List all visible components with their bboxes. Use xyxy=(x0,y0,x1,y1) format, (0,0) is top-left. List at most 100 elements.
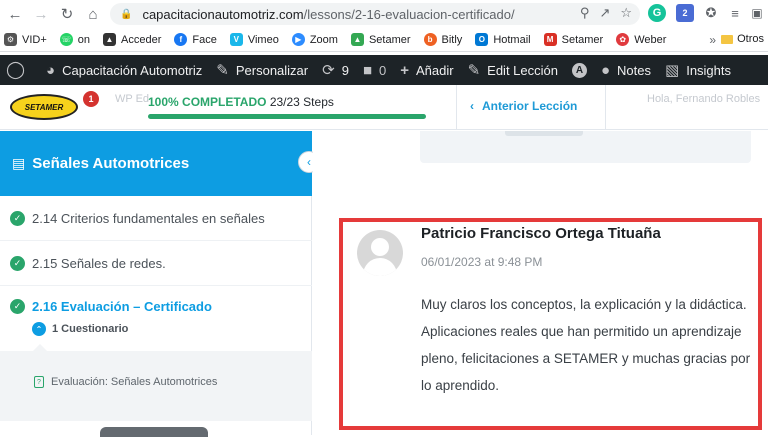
chevron-left-icon: ‹ xyxy=(470,99,474,113)
comment-author[interactable]: Patricio Francisco Ortega Tituaña xyxy=(421,225,661,242)
ghost-greeting: Hola, Fernando Robles xyxy=(647,93,761,105)
wp-notes[interactable]: ● Notes xyxy=(601,62,651,79)
wp-edit-lesson[interactable]: ✎ Edit Lección xyxy=(468,61,558,79)
extensions-puzzle-icon[interactable]: ✪ xyxy=(702,4,720,22)
comment-date[interactable]: 06/01/2023 at 9:48 PM xyxy=(421,255,542,269)
main-content: Patricio Francisco Ortega Tituaña 06/01/… xyxy=(313,131,768,435)
bookmark-weber[interactable]: ✿ Weber xyxy=(616,33,666,46)
lock-icon: 🔒 xyxy=(120,8,133,20)
header-divider xyxy=(456,85,457,130)
plus-icon: + xyxy=(400,61,409,79)
course-title[interactable]: Señales Automotrices xyxy=(32,155,189,172)
avatar xyxy=(357,230,403,276)
check-icon: ✓ xyxy=(10,298,25,314)
header-divider xyxy=(605,85,606,130)
sidebar-header: ▤ Señales Automotrices ‹ xyxy=(0,131,320,196)
comment-text: Muy claros los conceptos, la explicación… xyxy=(421,297,751,393)
wp-customize[interactable]: ✎ Personalizar xyxy=(216,61,308,79)
whatsapp-icon: ☏ xyxy=(59,33,73,46)
address-bar[interactable]: 🔒 capacitacionautomotriz.com/lessons/2-1… xyxy=(110,3,640,25)
weber-icon: ✿ xyxy=(616,33,630,46)
bar-chart-icon: ▧ xyxy=(665,62,680,79)
wp-add-new[interactable]: + Añadir xyxy=(400,62,453,79)
bookmarks-more-chevron-icon[interactable]: » xyxy=(709,33,716,47)
panel-notch xyxy=(32,344,48,352)
wp-a-plugin-icon[interactable]: A xyxy=(571,62,587,78)
quiz-icon: ? xyxy=(34,376,44,388)
progress-bar-fill xyxy=(148,114,426,119)
check-icon: ✓ xyxy=(10,255,25,271)
bookmark-acceder[interactable]: ▲ Acceder xyxy=(103,33,161,46)
previous-content-card xyxy=(420,131,751,163)
comment-bubble-icon: ■ xyxy=(362,61,372,79)
drive-icon: ▲ xyxy=(350,33,364,46)
acceder-icon: ▲ xyxy=(103,33,117,46)
bookmark-star-icon[interactable]: ☆ xyxy=(620,5,632,21)
chevron-up-icon: ⌃ xyxy=(32,322,46,336)
wp-admin-bar: ◯ ◕ Capacitación Automotriz ✎ Personalizar… xyxy=(0,55,768,85)
grammarly-extension-icon[interactable]: G xyxy=(648,4,666,22)
quiz-toggle[interactable]: ⌃ 1 Cuestionario xyxy=(32,322,128,336)
bookmark-vimeo[interactable]: V Vimeo xyxy=(229,33,279,46)
outlook-icon: O xyxy=(475,33,489,46)
course-header: SETAMER 1 WP Ed 100% COMPLETADO 23/23 St… xyxy=(0,85,768,130)
url-path: /lessons/2-16-evaluacion-certificado/ xyxy=(303,6,515,22)
notes-icon: ● xyxy=(600,61,611,79)
bookmark-bitly[interactable]: b Bitly xyxy=(423,33,462,46)
bookmark-on[interactable]: ☏ on xyxy=(59,33,90,46)
ghost-wp-text: WP Ed xyxy=(115,93,150,105)
bookmark-setamer-drive[interactable]: ▲ Setamer xyxy=(350,33,411,46)
zoom-icon: ▶ xyxy=(291,33,305,46)
wp-site-name[interactable]: ◕ Capacitación Automotriz xyxy=(46,62,202,79)
bookmark-favicon-icon: ⚙ xyxy=(4,33,17,46)
wp-comments[interactable]: ■ 0 xyxy=(363,62,386,79)
course-sidebar: ▤ Señales Automotrices ‹ ✓ 2.14 Criterio… xyxy=(0,131,320,437)
vimeo-icon: V xyxy=(229,33,243,46)
bookmark-vid[interactable]: ⚙ VID+ xyxy=(4,33,47,46)
updates-icon: ⟳ xyxy=(322,62,335,79)
check-icon: ✓ xyxy=(10,210,25,226)
address-bar-tools: ⚲ ↗ ☆ xyxy=(580,5,632,21)
bookmark-hotmail[interactable]: O Hotmail xyxy=(475,33,531,46)
folder-icon xyxy=(721,34,734,44)
wp-insights[interactable]: ▧ Insights xyxy=(665,61,731,79)
bottom-pill xyxy=(100,427,208,437)
progress-bar xyxy=(148,114,426,119)
facebook-icon: f xyxy=(174,33,188,46)
other-bookmarks[interactable]: Otros xyxy=(721,33,764,45)
bookmark-face[interactable]: f Face xyxy=(174,33,217,46)
card-pill xyxy=(505,131,583,136)
side-panel-icon[interactable]: ▣ xyxy=(748,4,766,22)
back-arrow-icon[interactable]: ← xyxy=(4,3,26,25)
gmail-icon: M xyxy=(543,33,557,46)
comment-card: Patricio Francisco Ortega Tituaña 06/01/… xyxy=(339,218,762,430)
wp-updates[interactable]: ⟳ 9 xyxy=(322,61,349,79)
bookmarks-bar: ⚙ VID+ ☏ on ▲ Acceder f Face V Vimeo ▶ Zoom ▲ S… xyxy=(0,28,768,52)
notification-badge[interactable]: 1 xyxy=(83,91,99,107)
bitly-icon: b xyxy=(423,33,437,46)
sidebar-lesson-2-15[interactable]: ✓ 2.15 Señales de redes. xyxy=(0,241,312,286)
brush-icon: ✎ xyxy=(216,62,229,79)
progress-label: 100% COMPLETADO 23/23 Steps xyxy=(148,95,334,109)
quiz-item-evaluacion[interactable]: ? Evaluación: Señales Automotrices xyxy=(34,376,217,388)
book-icon: ▤ xyxy=(12,155,26,171)
wp-logo-icon[interactable]: ◯ xyxy=(6,60,32,80)
quiz-panel: ? Evaluación: Señales Automotrices xyxy=(0,344,312,421)
reload-icon[interactable]: ↻ xyxy=(56,3,78,25)
bookmark-setamer-gmail[interactable]: M Setamer xyxy=(543,33,603,46)
sidebar-lesson-2-14[interactable]: ✓ 2.14 Criterios fundamentales en señale… xyxy=(0,196,312,241)
bookmark-zoom[interactable]: ▶ Zoom xyxy=(291,33,338,46)
pencil-icon: ✎ xyxy=(467,62,481,79)
forward-arrow-icon[interactable]: → xyxy=(30,3,52,25)
share-icon[interactable]: ↗ xyxy=(599,5,610,21)
dev-extension-icon[interactable]: 2 xyxy=(676,4,694,22)
dashboard-icon: ◕ xyxy=(46,61,56,79)
sidebar-lesson-2-16[interactable]: ✓ 2.16 Evaluación – Certificado xyxy=(0,286,312,326)
url-domain: capacitacionautomotriz.com xyxy=(142,6,304,22)
reading-list-icon[interactable]: ≡ xyxy=(726,4,744,22)
setamer-logo[interactable]: SETAMER xyxy=(10,94,78,120)
browser-toolbar: ← → ↻ ⌂ 🔒 capacitacionautomotriz.com/les… xyxy=(0,0,768,28)
home-icon[interactable]: ⌂ xyxy=(82,3,104,25)
previous-lesson-link[interactable]: ‹ Anterior Lección xyxy=(470,99,577,113)
zoom-icon[interactable]: ⚲ xyxy=(580,5,590,21)
